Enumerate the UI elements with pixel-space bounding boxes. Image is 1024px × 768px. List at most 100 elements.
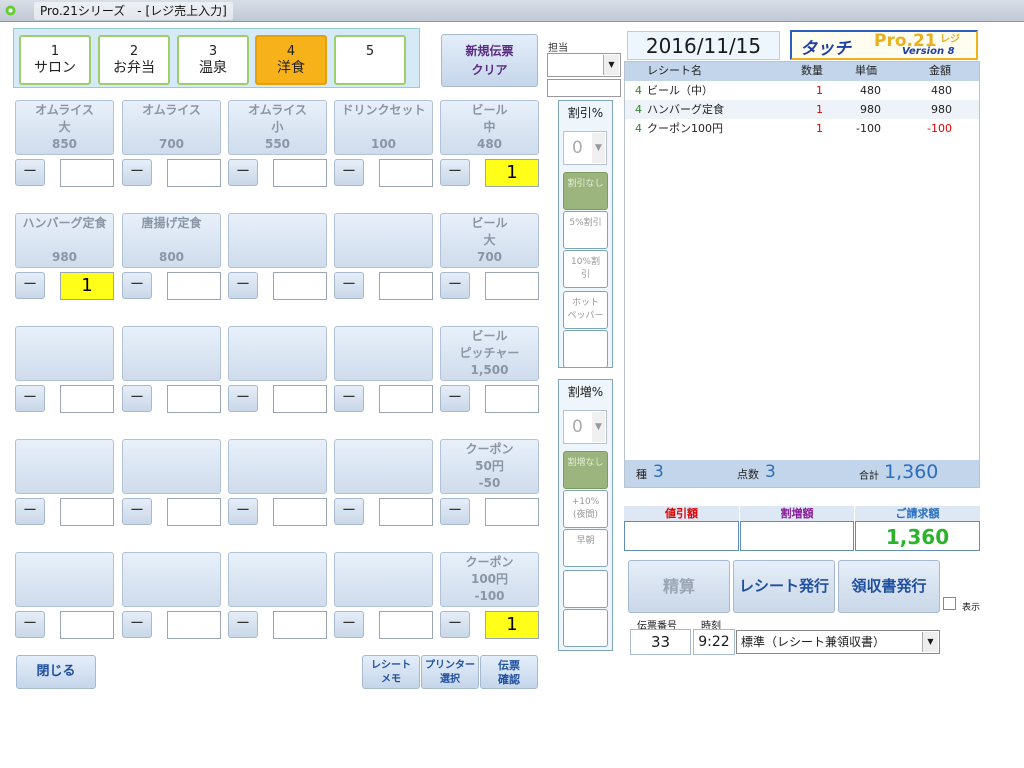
quantity-field[interactable] [273,385,327,413]
quantity-field[interactable] [60,611,114,639]
discount-option-button[interactable]: ホット ペッパー [563,291,608,329]
surcharge-option-button[interactable] [563,570,608,608]
decrement-button[interactable]: ー [440,498,470,525]
quantity-field[interactable] [167,272,221,300]
menu-item-button[interactable]: 唐揚げ定食 800 [122,213,221,268]
surcharge-option-button[interactable] [563,609,608,647]
decrement-button[interactable]: ー [334,159,364,186]
print-format-select[interactable]: 標準（レシート兼領収書） ▼ [736,630,940,654]
menu-item-button[interactable] [228,213,327,268]
decrement-button[interactable]: ー [440,159,470,186]
menu-item-button[interactable]: クーポン 50円 -50 [440,439,539,494]
decrement-button[interactable]: ー [334,611,364,638]
quantity-field[interactable] [60,385,114,413]
receipt-list[interactable]: レシート名 数量 単価 金額 4 ビール（中） 1 480 480 4 ハンバーグ定食 1 98… [624,61,980,488]
quantity-field[interactable] [485,272,539,300]
menu-item-button[interactable]: ビール大 700 [440,213,539,268]
menu-item-button[interactable] [15,552,114,607]
menu-item-button[interactable] [122,439,221,494]
quantity-field[interactable] [379,385,433,413]
decrement-button[interactable]: ー [122,498,152,525]
discount-option-button[interactable]: 割引なし [563,172,608,210]
quantity-field[interactable] [379,272,433,300]
menu-item-button[interactable]: ビール中 480 [440,100,539,155]
decrement-button[interactable]: ー [440,272,470,299]
staff-select[interactable]: ▼ [547,53,621,77]
surcharge-option-button[interactable]: +10% (夜間) [563,490,608,528]
menu-item-button[interactable] [334,439,433,494]
quantity-field[interactable] [273,498,327,526]
quantity-field[interactable] [167,611,221,639]
menu-item-button[interactable] [15,326,114,381]
menu-item-button[interactable]: ビール ピッチャー 1,500 [440,326,539,381]
decrement-button[interactable]: ー [15,498,45,525]
discount-select[interactable]: 0 ▼ [563,131,607,165]
decrement-button[interactable]: ー [122,611,152,638]
menu-item-button[interactable] [228,439,327,494]
quantity-field[interactable]: 1 [485,159,539,187]
staff-subfield[interactable] [547,79,621,97]
menu-item-button[interactable]: オムライス小 550 [228,100,327,155]
menu-item-button[interactable]: ハンバーグ定食 980 [15,213,114,268]
surcharge-option-button[interactable]: 割増なし [563,451,608,489]
decrement-button[interactable]: ー [15,159,45,186]
receipt-row[interactable]: 4 クーポン100円 1 -100 -100 [625,119,979,138]
discount-option-button[interactable] [563,330,608,368]
quantity-field[interactable] [273,611,327,639]
close-button[interactable]: 閉じる [16,655,96,689]
discount-option-button[interactable]: 10%割引 [563,250,608,288]
decrement-button[interactable]: ー [122,159,152,186]
quantity-field[interactable] [167,498,221,526]
quantity-field[interactable] [167,385,221,413]
decrement-button[interactable]: ー [228,498,258,525]
decrement-button[interactable]: ー [228,385,258,412]
decrement-button[interactable]: ー [15,611,45,638]
menu-item-button[interactable] [334,213,433,268]
surcharge-select[interactable]: 0 ▼ [563,410,607,444]
decrement-button[interactable]: ー [122,272,152,299]
quantity-field[interactable] [60,159,114,187]
quantity-field[interactable] [485,498,539,526]
menu-item-button[interactable] [334,326,433,381]
quantity-field[interactable]: 1 [485,611,539,639]
category-tab-1[interactable]: 1 サロン [19,35,91,85]
decrement-button[interactable]: ー [334,498,364,525]
decrement-button[interactable]: ー [334,385,364,412]
category-tab-5[interactable]: 5 [334,35,406,85]
slip-check-button[interactable]: 伝票 確認 [480,655,538,689]
quantity-field[interactable] [273,272,327,300]
category-tab-2[interactable]: 2 お弁当 [98,35,170,85]
discount-option-button[interactable]: 5%割引 [563,211,608,249]
quantity-field[interactable] [485,385,539,413]
decrement-button[interactable]: ー [228,159,258,186]
decrement-button[interactable]: ー [15,272,45,299]
decrement-button[interactable]: ー [440,611,470,638]
menu-item-button[interactable] [228,552,327,607]
menu-item-button[interactable] [334,552,433,607]
category-tab-4[interactable]: 4 洋食 [255,35,327,85]
issue-invoice-button[interactable]: 領収書発行 [838,560,940,613]
menu-item-button[interactable] [122,326,221,381]
category-tab-3[interactable]: 3 温泉 [177,35,249,85]
decrement-button[interactable]: ー [334,272,364,299]
decrement-button[interactable]: ー [15,385,45,412]
show-checkbox[interactable] [943,597,956,610]
menu-item-button[interactable] [122,552,221,607]
receipt-row[interactable]: 4 ビール（中） 1 480 480 [625,81,979,100]
settle-button[interactable]: 精算 [628,560,730,613]
quantity-field[interactable] [273,159,327,187]
menu-item-button[interactable] [228,326,327,381]
menu-item-button[interactable]: ドリンクセット 100 [334,100,433,155]
receipt-memo-button[interactable]: レシート メモ [362,655,420,689]
decrement-button[interactable]: ー [122,385,152,412]
decrement-button[interactable]: ー [228,611,258,638]
quantity-field[interactable] [60,498,114,526]
quantity-field[interactable] [379,159,433,187]
menu-item-button[interactable]: クーポン 100円 -100 [440,552,539,607]
quantity-field[interactable] [379,498,433,526]
new-slip-clear-button[interactable]: 新規伝票 クリア [441,34,538,87]
issue-receipt-button[interactable]: レシート発行 [733,560,835,613]
quantity-field[interactable] [167,159,221,187]
decrement-button[interactable]: ー [228,272,258,299]
menu-item-button[interactable]: オムライス 700 [122,100,221,155]
